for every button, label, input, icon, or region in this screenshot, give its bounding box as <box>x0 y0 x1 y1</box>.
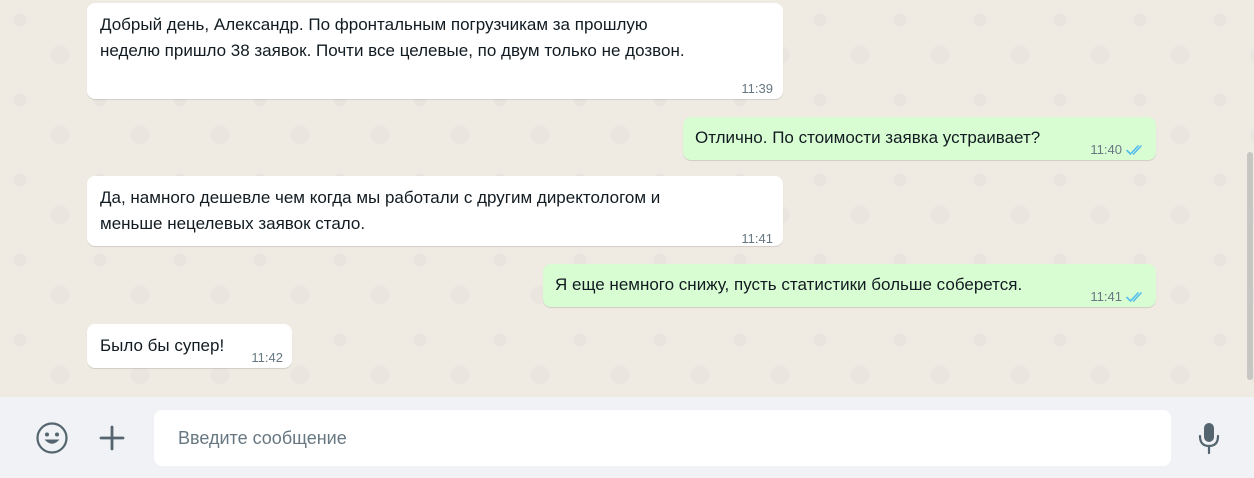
message-time: 11:40 <box>1090 137 1146 163</box>
message-text: Было бы супер! <box>100 336 225 355</box>
message-time: 11:42 <box>251 345 283 371</box>
message-timestamp: 11:40 <box>1090 142 1122 157</box>
message-text: Добрый день, Александр. По фронтальным п… <box>100 15 685 60</box>
chat-scrollbar[interactable] <box>1246 0 1254 397</box>
plus-icon <box>99 425 125 451</box>
message-input[interactable] <box>176 426 1171 450</box>
emoji-icon <box>36 422 68 454</box>
emoji-button[interactable] <box>33 419 71 457</box>
message-timestamp: 11:39 <box>741 81 773 96</box>
message-text: Да, намного дешевле чем когда мы работал… <box>100 188 661 233</box>
message-input-container[interactable] <box>154 410 1171 466</box>
message-text: Отлично. По стоимости заявка устраивает? <box>695 128 1041 147</box>
message-incoming: Было бы супер! 11:42 <box>87 324 292 368</box>
message-composer <box>0 397 1254 478</box>
message-time: 11:39 <box>741 76 773 102</box>
message-incoming: Добрый день, Александр. По фронтальным п… <box>87 3 783 99</box>
message-time: 11:41 <box>1090 284 1146 310</box>
attach-button[interactable] <box>93 419 131 457</box>
message-outgoing: Я еще немного снижу, пусть статистики бо… <box>543 264 1156 307</box>
chat-area: Добрый день, Александр. По фронтальным п… <box>0 0 1254 397</box>
message-timestamp: 11:41 <box>741 231 773 246</box>
message-text: Я еще немного снижу, пусть статистики бо… <box>555 275 1023 294</box>
message-timestamp: 11:41 <box>1090 289 1122 304</box>
message-timestamp: 11:42 <box>251 350 283 365</box>
double-check-icon <box>1126 145 1142 155</box>
microphone-icon <box>1198 423 1220 455</box>
message-time: 11:41 <box>741 226 773 252</box>
message-incoming: Да, намного дешевле чем когда мы работал… <box>87 176 783 246</box>
double-check-icon <box>1126 292 1142 302</box>
message-outgoing: Отлично. По стоимости заявка устраивает?… <box>683 117 1156 160</box>
voice-message-button[interactable] <box>1190 419 1228 457</box>
scrollbar-thumb[interactable] <box>1247 152 1253 380</box>
